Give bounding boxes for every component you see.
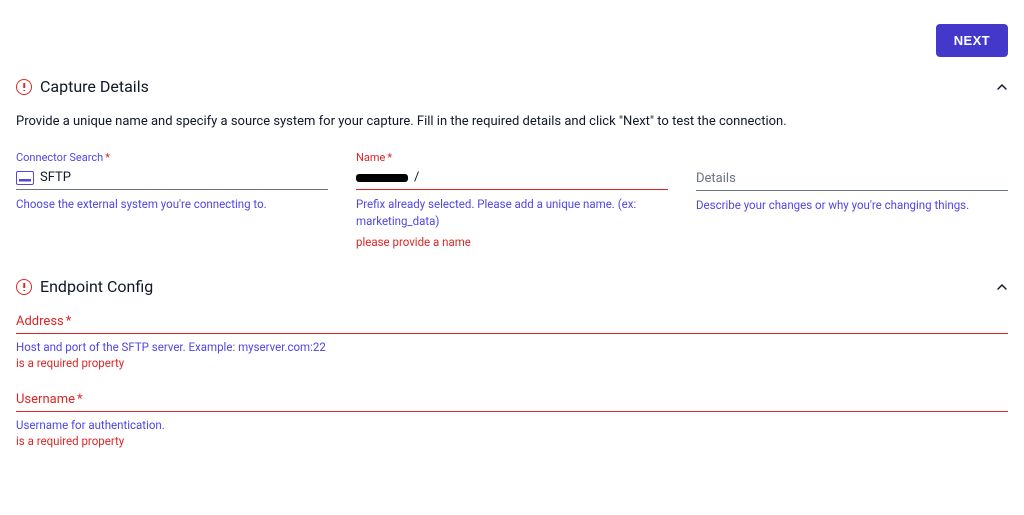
username-field: Username* Username for authentication. i…: [16, 392, 1008, 448]
connector-field: Connector Search* SFTP Choose the extern…: [16, 151, 328, 249]
capture-details-title: Capture Details: [40, 77, 149, 96]
connector-search-input[interactable]: SFTP: [16, 168, 328, 190]
name-field: Name* / Prefix already selected. Please …: [356, 151, 668, 249]
name-prefix-redacted: [356, 174, 408, 182]
chevron-up-icon: [996, 81, 1008, 93]
alert-icon: [16, 79, 32, 95]
address-label: Address*: [16, 314, 1008, 329]
name-label: Name*: [356, 151, 668, 164]
capture-fields-row: Connector Search* SFTP Choose the extern…: [16, 151, 1008, 249]
username-helper: Username for authentication.: [16, 418, 1008, 432]
capture-description: Provide a unique name and specify a sour…: [16, 114, 1008, 129]
section-title-wrap: Capture Details: [16, 77, 149, 96]
endpoint-config-title: Endpoint Config: [40, 277, 153, 296]
name-helper: Prefix already selected. Please add a un…: [356, 196, 668, 229]
endpoint-config-header[interactable]: Endpoint Config: [16, 277, 1008, 296]
name-input[interactable]: /: [356, 168, 668, 190]
connector-value: SFTP: [40, 170, 71, 185]
connector-label: Connector Search*: [16, 151, 328, 164]
section-title-wrap: Endpoint Config: [16, 277, 153, 296]
details-helper: Describe your changes or why you're chan…: [696, 197, 1008, 214]
name-slash: /: [414, 170, 419, 185]
name-error: please provide a name: [356, 235, 668, 249]
details-placeholder: Details: [696, 171, 736, 186]
connector-helper: Choose the external system you're connec…: [16, 196, 328, 213]
alert-icon: [16, 279, 32, 295]
address-error: is a required property: [16, 356, 1008, 370]
top-bar: NEXT: [16, 16, 1008, 77]
capture-details-header[interactable]: Capture Details: [16, 77, 1008, 96]
connector-icon: [16, 171, 34, 185]
username-error: is a required property: [16, 434, 1008, 448]
username-input[interactable]: [16, 411, 1008, 412]
details-input[interactable]: Details: [696, 169, 1008, 191]
endpoint-config-section: Endpoint Config Address* Host and port o…: [16, 277, 1008, 448]
username-label: Username*: [16, 392, 1008, 407]
chevron-up-icon: [996, 281, 1008, 293]
address-helper: Host and port of the SFTP server. Exampl…: [16, 340, 1008, 354]
capture-details-section: Capture Details Provide a unique name an…: [16, 77, 1008, 249]
next-button[interactable]: NEXT: [936, 24, 1008, 57]
details-field: Details Describe your changes or why you…: [696, 151, 1008, 249]
address-field: Address* Host and port of the SFTP serve…: [16, 314, 1008, 370]
address-input[interactable]: [16, 333, 1008, 334]
